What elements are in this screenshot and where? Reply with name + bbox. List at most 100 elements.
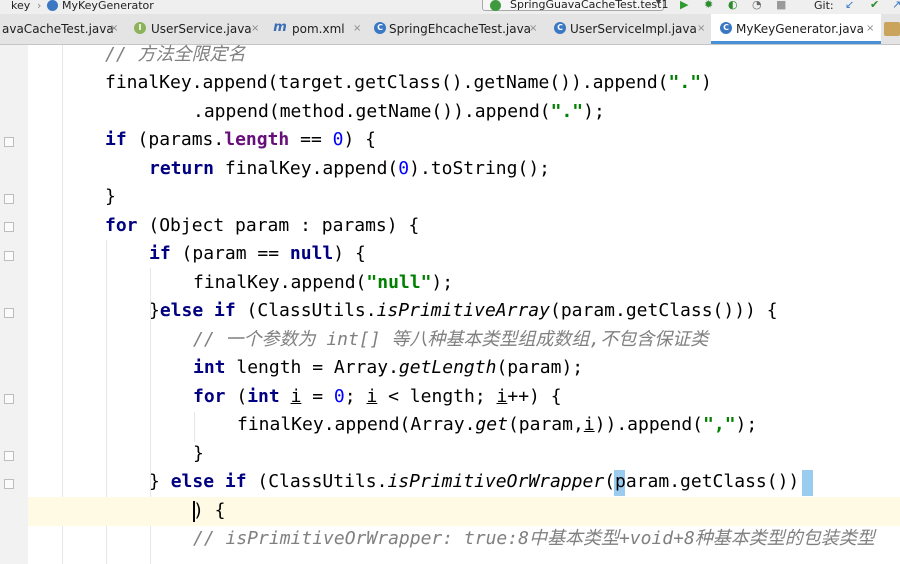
code-line: finalKey.append(Array.get(param,i)).appe… — [237, 411, 757, 439]
run-icon[interactable]: ▶ — [680, 0, 688, 10]
code-keyword: int — [247, 386, 280, 407]
code-keyword: else if — [159, 300, 236, 321]
code-static-method: getLength — [398, 357, 497, 378]
junit-config-icon — [490, 0, 501, 11]
code-string: "," — [703, 414, 736, 435]
close-icon[interactable]: × — [110, 22, 118, 36]
class-icon: C — [720, 22, 732, 34]
code-line: if (params.length == 0) { — [105, 126, 376, 154]
code-string: "." — [550, 101, 584, 122]
code-line: ) { — [193, 497, 226, 525]
maven-icon: m — [273, 20, 287, 35]
code-field: length — [224, 129, 290, 150]
code-text: ).toString(); — [409, 158, 550, 179]
code-line: // isPrimitiveOrWrapper: true:8中基本类型+voi… — [193, 525, 875, 553]
tab-label: avaCacheTest.java — [2, 22, 114, 36]
code-line: } — [105, 183, 116, 211]
code-text: (params. — [126, 129, 225, 150]
tab-spring-ehcache-test[interactable]: C SpringEhcacheTest.java × — [367, 14, 541, 44]
code-line: // 方法全限定名 — [105, 41, 246, 69]
code-keyword: else if — [170, 471, 247, 492]
tab-my-key-generator[interactable]: C MyKeyGenerator.java × — [711, 14, 881, 44]
code-text: = — [301, 386, 334, 407]
code-text: (ClassUtils. — [246, 471, 388, 492]
class-icon — [47, 0, 58, 11]
code-text: (param.getClass())) { — [549, 300, 778, 321]
code-comment: // 一个参数为 int[] 等八种基本类型组成数组,不包含保证类 — [193, 329, 709, 350]
close-icon[interactable]: × — [529, 22, 537, 36]
breadcrumb-project[interactable]: key — [11, 0, 30, 11]
code-number: 0 — [398, 158, 410, 179]
tab-label: SpringEhcacheTest.java — [389, 22, 532, 36]
indent-guide — [194, 412, 195, 442]
editor-gutter[interactable] — [0, 45, 28, 564]
code-variable: i — [496, 386, 508, 407]
code-text: finalKey.append( — [214, 158, 399, 179]
code-comment: // isPrimitiveOrWrapper: true:8中基本类型+voi… — [193, 528, 875, 549]
navigation-bar: key › MyKeyGenerator SpringGuavaCacheTes… — [0, 0, 900, 14]
text-caret — [193, 501, 195, 522]
close-icon[interactable]: × — [353, 22, 361, 36]
code-text: finalKey.append(target.getClass().getNam… — [105, 72, 669, 93]
fold-marker-icon[interactable] — [4, 137, 14, 147]
coverage-icon[interactable]: ◐ — [728, 0, 738, 10]
vcs-label: Git: — [814, 0, 834, 12]
code-text: ); — [735, 414, 758, 435]
tab-user-service[interactable]: I UserService.java × — [124, 14, 259, 44]
tab-overflow-icon[interactable] — [884, 22, 900, 36]
code-text: (param == — [170, 243, 290, 264]
tab-spring-guava-cache-test[interactable]: avaCacheTest.java × — [0, 14, 124, 44]
code-keyword: if — [105, 129, 127, 150]
code-text: (param.getClass()) — [604, 471, 800, 492]
tab-user-service-impl[interactable]: C UserServiceImpl.java × — [541, 14, 711, 44]
code-number: 0 — [333, 386, 345, 407]
code-text: ; — [344, 386, 367, 407]
vcs-update-icon[interactable]: ↙ — [845, 0, 854, 10]
code-text: .append(method.getName()).append( — [193, 101, 551, 122]
profile-icon[interactable]: ◔ — [752, 0, 762, 10]
close-icon[interactable]: × — [866, 22, 874, 36]
class-icon: C — [554, 22, 566, 34]
vcs-commit-icon[interactable]: ✔ — [870, 0, 879, 10]
fold-marker-icon[interactable] — [4, 479, 14, 489]
code-keyword: if — [149, 243, 171, 264]
code-static-method: get — [475, 414, 508, 435]
code-text: finalKey.append(Array. — [237, 414, 476, 435]
breadcrumb-class[interactable]: MyKeyGenerator — [62, 0, 154, 11]
fold-marker-icon[interactable] — [4, 222, 14, 232]
code-text: } — [149, 300, 160, 321]
fold-marker-icon[interactable] — [4, 194, 14, 204]
code-line: for (Object param : params) { — [105, 212, 419, 240]
debug-icon[interactable]: ✹ — [704, 0, 713, 10]
code-static-method: isPrimitiveOrWrapper — [387, 471, 605, 492]
fold-marker-icon[interactable] — [4, 308, 14, 318]
code-line: } — [193, 440, 204, 468]
code-line: return finalKey.append(0).toString(); — [149, 155, 550, 183]
interface-icon: I — [134, 22, 146, 34]
code-string: "." — [668, 72, 702, 93]
code-text: (Object param : params) { — [137, 215, 420, 236]
code-text: (param, — [507, 414, 584, 435]
code-text: )).append( — [594, 414, 704, 435]
fold-marker-icon[interactable] — [4, 451, 14, 461]
code-text: ); — [583, 101, 605, 122]
code-text: length = Array. — [225, 357, 399, 378]
code-text: < length; — [377, 386, 497, 407]
chevron-down-icon[interactable]: ▼ — [655, 0, 662, 7]
tab-label: UserService.java — [151, 22, 252, 36]
close-icon[interactable]: × — [697, 22, 705, 36]
tab-pom-xml[interactable]: m pom.xml × — [259, 14, 367, 44]
code-keyword: return — [149, 158, 215, 179]
code-comment: // 方法全限定名 — [105, 44, 246, 65]
fold-marker-icon[interactable] — [4, 394, 14, 404]
code-text: ++) { — [507, 386, 562, 407]
indent-guide — [62, 45, 63, 564]
tab-label: pom.xml — [292, 22, 345, 36]
vcs-push-icon[interactable]: ↗ — [892, 0, 900, 10]
tab-label: UserServiceImpl.java — [570, 22, 697, 36]
fold-marker-icon[interactable] — [4, 251, 14, 261]
code-line: int length = Array.getLength(param); — [193, 354, 583, 382]
code-variable: i — [366, 386, 378, 407]
stop-icon[interactable]: ■ — [776, 0, 786, 10]
